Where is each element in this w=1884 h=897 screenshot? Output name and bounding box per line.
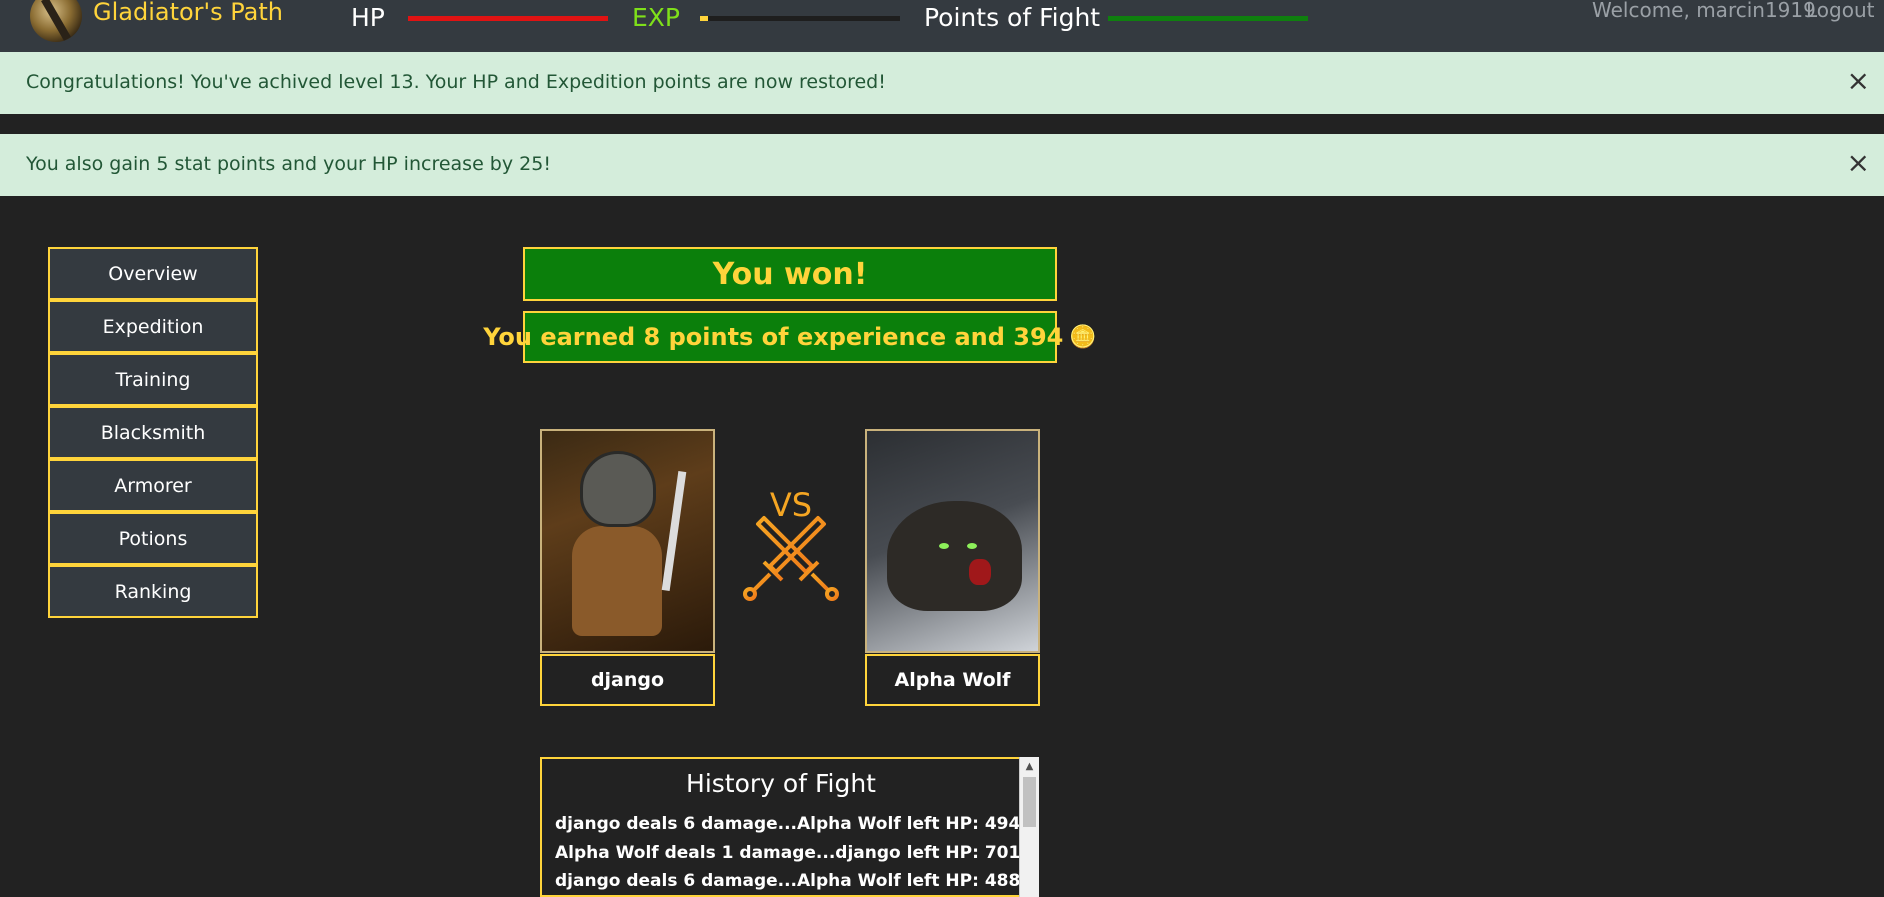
hp-bar (408, 16, 608, 21)
player-name: django (540, 654, 715, 706)
exp-label: EXP (632, 3, 680, 32)
crossed-swords-icon: VS (743, 486, 839, 601)
scroll-up-icon[interactable]: ▲ (1020, 757, 1039, 775)
sidebar-menu: Overview Expedition Training Blacksmith … (48, 247, 258, 618)
enemy-name: Alpha Wolf (865, 654, 1040, 706)
history-line: django deals 6 damage...Alpha Wolf left … (555, 814, 1021, 834)
exp-bar-fill (700, 16, 708, 21)
close-icon[interactable]: × (1847, 66, 1870, 96)
exp-bar (700, 16, 900, 21)
sidebar-item-expedition[interactable]: Expedition (48, 300, 258, 353)
reward-banner: You earned 8 points of experience and 39… (483, 311, 1097, 363)
vs-text: VS (770, 486, 812, 524)
sidebar-item-overview[interactable]: Overview (48, 247, 258, 300)
welcome-text: Welcome, marcin1919 (1592, 0, 1816, 22)
victory-banner: You won! (523, 247, 1057, 301)
sidebar-item-armorer[interactable]: Armorer (48, 459, 258, 512)
scroll-thumb[interactable] (1023, 777, 1036, 827)
points-of-fight-bar (1108, 16, 1308, 21)
stat-points-alert: You also gain 5 stat points and your HP … (0, 134, 1884, 196)
sidebar-item-training[interactable]: Training (48, 353, 258, 406)
hp-label: HP (351, 3, 385, 32)
history-line: django deals 6 damage...Alpha Wolf left … (555, 871, 1021, 891)
coin-bag-icon: 🪙 (1069, 324, 1097, 350)
reward-text: You earned 8 points of experience and 39… (483, 323, 1064, 351)
logout-link[interactable]: Logout (1806, 0, 1874, 22)
history-line: Alpha Wolf deals 1 damage...django left … (555, 843, 1021, 863)
sidebar-item-blacksmith[interactable]: Blacksmith (48, 406, 258, 459)
alert-message: You also gain 5 stat points and your HP … (26, 153, 551, 175)
fight-history-panel[interactable]: History of Fight django deals 6 damage..… (540, 757, 1039, 897)
sidebar-item-ranking[interactable]: Ranking (48, 565, 258, 618)
brand-title[interactable]: Gladiator's Path (93, 0, 283, 26)
top-navbar: Gladiator's Path HP EXP Points of Fight … (0, 0, 1884, 52)
gladiator-logo-icon[interactable] (30, 0, 82, 42)
level-up-alert: Congratulations! You've achived level 13… (0, 52, 1884, 114)
sidebar-item-potions[interactable]: Potions (48, 512, 258, 565)
close-icon[interactable]: × (1847, 148, 1870, 178)
history-scrollbar[interactable]: ▲ (1019, 757, 1039, 897)
history-title: History of Fight (686, 769, 876, 798)
enemy-portrait (865, 429, 1040, 653)
points-of-fight-label: Points of Fight (924, 3, 1101, 32)
alert-message: Congratulations! You've achived level 13… (26, 71, 886, 93)
player-portrait (540, 429, 715, 653)
